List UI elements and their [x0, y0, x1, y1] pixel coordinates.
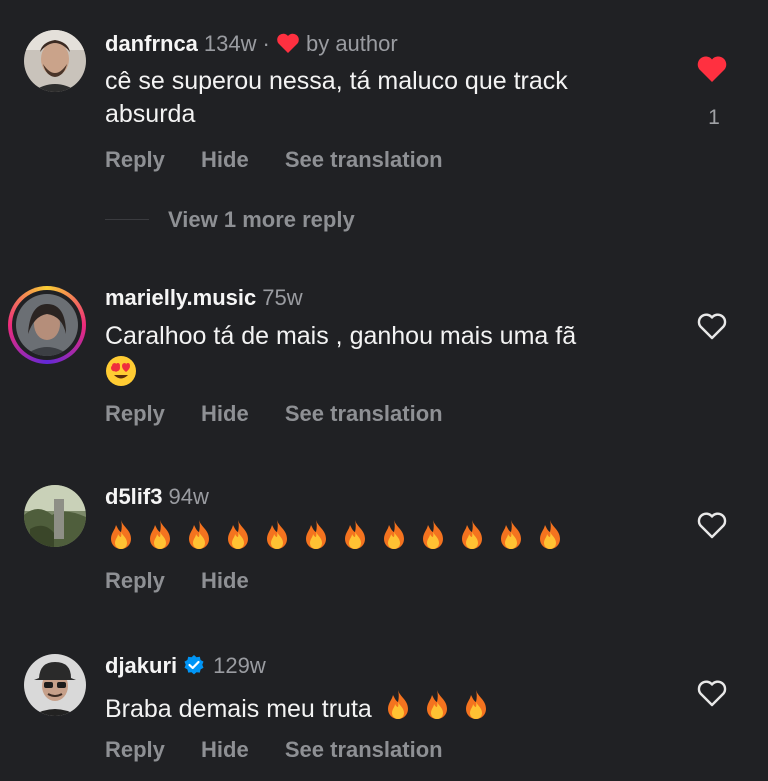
hide-button[interactable]: Hide — [201, 568, 249, 593]
avatar-photo-icon — [24, 654, 86, 716]
timestamp: 129w — [213, 653, 266, 678]
fire-emoji-icon — [460, 688, 492, 731]
like-button-filled[interactable] — [696, 54, 732, 90]
hide-button[interactable]: Hide — [201, 147, 249, 172]
story-ring-avatar[interactable] — [8, 286, 86, 364]
comment-meta: djakuri 129w — [105, 653, 266, 682]
comment-text-content: Braba demais meu truta — [105, 695, 372, 723]
avatar-photo-icon — [16, 294, 78, 356]
see-translation-button[interactable]: See translation — [285, 147, 443, 172]
comment-text: Braba demais meu truta — [105, 688, 665, 731]
see-translation-button[interactable]: See translation — [285, 737, 443, 762]
avatar-photo-icon — [24, 485, 86, 547]
hide-button[interactable]: Hide — [201, 401, 249, 426]
author-badge: by author — [305, 31, 398, 56]
comment-text: cê se superou nessa, tá maluco que track… — [105, 67, 568, 128]
reply-button[interactable]: Reply — [105, 401, 165, 426]
heart-outline-icon — [697, 512, 727, 539]
comment-actions: Reply Hide See translation — [105, 147, 473, 173]
heart-outline-icon — [697, 313, 727, 340]
fire-emoji-icon — [382, 688, 414, 731]
author-heart-icon — [276, 32, 300, 60]
timestamp: 134w — [203, 31, 257, 56]
reply-thread-line — [105, 219, 149, 220]
fire-emoji-icon — [183, 518, 215, 561]
comment-actions: Reply Hide See translation — [105, 737, 473, 763]
fire-emoji-icon — [261, 518, 293, 561]
avatar-photo-icon — [24, 30, 86, 92]
view-more-replies-button[interactable]: View 1 more reply — [168, 207, 355, 233]
heart-filled-icon — [697, 56, 727, 82]
comment-text — [105, 518, 665, 554]
verified-badge-icon — [183, 654, 205, 682]
hide-button[interactable]: Hide — [201, 737, 249, 762]
avatar — [16, 294, 78, 356]
fire-emoji-icon — [339, 518, 371, 561]
username[interactable]: marielly.music — [105, 285, 256, 310]
fire-emoji-icon — [300, 518, 332, 561]
avatar[interactable] — [24, 485, 86, 547]
fire-emoji-icon — [105, 518, 137, 561]
comment-text-content: Caralhoo tá de mais , ganhou mais uma fã — [105, 322, 577, 350]
see-translation-button[interactable]: See translation — [285, 401, 443, 426]
comment-actions: Reply Hide See translation — [105, 401, 473, 427]
timestamp: 75w — [262, 285, 303, 310]
timestamp: 94w — [168, 484, 209, 509]
like-button[interactable] — [696, 311, 732, 347]
fire-emoji-icon — [534, 518, 566, 561]
reply-button[interactable]: Reply — [105, 568, 165, 593]
comment-actions: Reply Hide — [105, 568, 279, 594]
avatar[interactable] — [24, 30, 86, 92]
username[interactable]: d5lif3 — [105, 484, 162, 509]
fire-emoji-icon — [495, 518, 527, 561]
username[interactable]: danfrnca — [105, 31, 198, 56]
fire-emoji-icon — [222, 518, 254, 561]
avatar[interactable] — [24, 654, 86, 716]
separator-dot: · — [262, 31, 270, 56]
like-count: 1 — [708, 106, 720, 129]
fire-emoji-group — [382, 690, 499, 722]
comment-meta: danfrnca 134w · by author — [105, 31, 398, 60]
heart-outline-icon — [697, 680, 727, 707]
heart-eyes-emoji-icon — [105, 355, 137, 396]
fire-emoji-icon — [144, 518, 176, 561]
fire-emoji-icon — [378, 518, 410, 561]
fire-emoji-icon — [421, 688, 453, 731]
comment-text: Caralhoo tá de mais , ganhou mais uma fã — [105, 320, 665, 396]
username[interactable]: djakuri — [105, 653, 177, 678]
reply-button[interactable]: Reply — [105, 737, 165, 762]
reply-button[interactable]: Reply — [105, 147, 165, 172]
like-button[interactable] — [696, 678, 732, 714]
fire-emoji-icon — [456, 518, 488, 561]
fire-emoji-icon — [417, 518, 449, 561]
comment-meta: marielly.music 75w — [105, 285, 303, 311]
like-button[interactable] — [696, 510, 732, 546]
comment-meta: d5lif3 94w — [105, 484, 209, 510]
